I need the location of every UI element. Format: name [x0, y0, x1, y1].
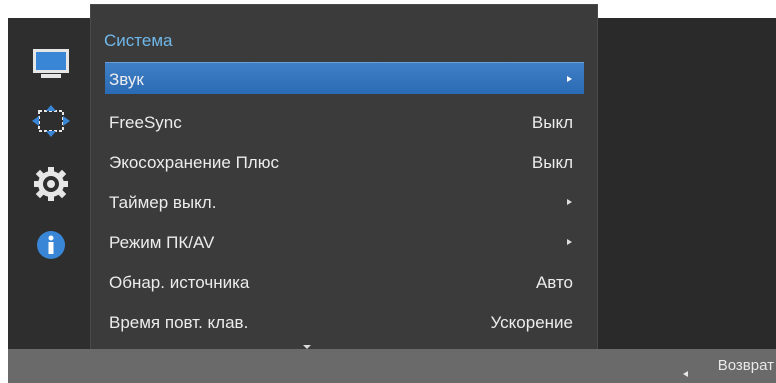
- move-icon[interactable]: [31, 104, 71, 138]
- bottom-bar: [8, 349, 776, 383]
- menu-item-value: Авто: [535, 273, 573, 292]
- menu-item-value: Выкл: [531, 153, 573, 172]
- menu-item-off-timer[interactable]: Таймер выкл.: [105, 186, 584, 218]
- menu-item-label: Обнар. источника: [109, 273, 250, 292]
- menu-item-label: Режим ПК/AV: [109, 233, 215, 252]
- monitor-icon[interactable]: [31, 47, 71, 81]
- info-icon[interactable]: [31, 228, 71, 262]
- return-button[interactable]: Возврат: [718, 357, 774, 374]
- chevron-left-icon: [683, 371, 688, 377]
- menu-item-value: Ускорение: [490, 313, 574, 332]
- menu-item-label: Экосохранение Плюс: [109, 153, 279, 172]
- chevron-right-icon: [567, 239, 572, 245]
- menu-item-key-repeat-time[interactable]: Время повт. клав. Ускорение: [105, 306, 584, 338]
- chevron-right-icon: [567, 199, 572, 205]
- menu-item-label: Звук: [109, 70, 144, 89]
- menu-item-label: FreeSync: [109, 113, 182, 132]
- menu-item-source-detection[interactable]: Обнар. источника Авто: [105, 266, 584, 298]
- menu-item-label: Время повт. клав.: [109, 313, 249, 332]
- system-menu-panel: Система Звук FreeSync Выкл Экосохранение…: [90, 4, 598, 353]
- menu-item-pc-av-mode[interactable]: Режим ПК/AV: [105, 226, 584, 258]
- menu-item-value: Выкл: [531, 113, 573, 132]
- gear-icon[interactable]: [31, 166, 71, 202]
- menu-item-label: Таймер выкл.: [109, 193, 217, 212]
- menu-title: Система: [104, 31, 173, 50]
- menu-item-eco-saving-plus[interactable]: Экосохранение Плюс Выкл: [105, 146, 584, 178]
- chevron-right-icon: [567, 76, 572, 82]
- menu-item-freesync[interactable]: FreeSync Выкл: [105, 106, 584, 138]
- menu-item-sound[interactable]: Звук: [105, 62, 584, 94]
